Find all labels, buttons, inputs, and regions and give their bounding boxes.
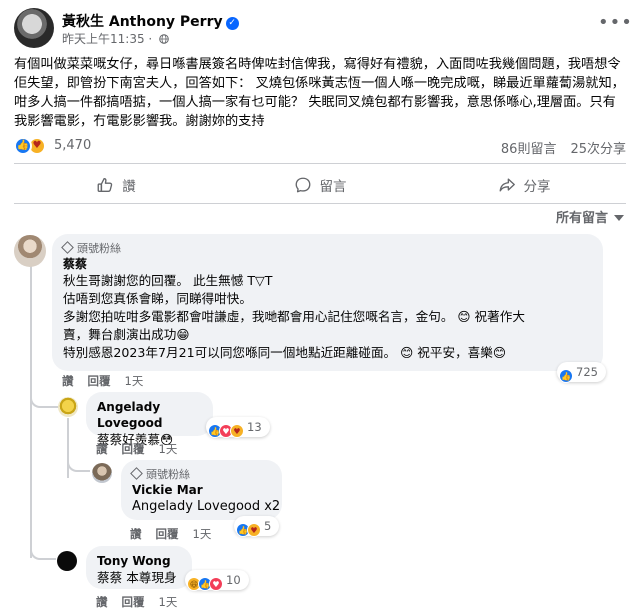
author-avatar[interactable] bbox=[14, 8, 54, 48]
comment-text-line: 估唔到您真係會睇，同睇得咁快。 bbox=[63, 291, 252, 306]
verified-badge-icon: ✓ bbox=[225, 17, 239, 30]
diamond-icon bbox=[61, 241, 74, 254]
comment-reaction-badge[interactable]: 👍 725 bbox=[557, 362, 606, 383]
comment-text-line: 特別感恩2023年7月21可以同您喺同一個地點近距離碰面。 😊 祝平安，喜樂😊 bbox=[63, 345, 506, 360]
comment-like-link[interactable]: 讚 bbox=[96, 442, 108, 456]
commenter-avatar[interactable] bbox=[14, 235, 46, 267]
post-stats: 86則留言 25次分享 bbox=[501, 138, 626, 157]
comment-reaction-badge[interactable]: 👍 ♥ 5 bbox=[234, 516, 280, 537]
reaction-count[interactable]: 5,470 bbox=[54, 138, 91, 153]
comment-text: 蔡蔡 本尊現身 bbox=[97, 570, 177, 585]
divider bbox=[14, 203, 626, 204]
comment-time[interactable]: 1天 bbox=[193, 527, 212, 541]
comment-time[interactable]: 1天 bbox=[159, 442, 178, 456]
comment-text-line: 多謝您拍咗咁多電影都會咁謙虛，我哋都會用心記住您嘅名言，金句。 😊 祝著作大 bbox=[63, 309, 525, 324]
top-fan-badge: 頭號粉絲 bbox=[61, 241, 592, 256]
like-reaction-icon: 👍 bbox=[559, 369, 573, 383]
commenter-name[interactable]: Vickie Mar bbox=[132, 482, 271, 498]
post-action-bar: 讚 留言 分享 bbox=[14, 167, 626, 203]
shares-count[interactable]: 25次分享 bbox=[570, 142, 626, 157]
divider bbox=[14, 163, 626, 164]
comment-bubble: 頭號粉絲 Vickie Mar Angelady Lovegood x2 bbox=[121, 460, 282, 520]
comment-time[interactable]: 1天 bbox=[125, 374, 144, 388]
thread-line bbox=[67, 418, 69, 478]
like-button[interactable]: 讚 bbox=[14, 167, 218, 203]
comment-text: Angelady Lovegood x2 bbox=[132, 499, 281, 514]
comment-bubble: Angelady Lovegood 蔡蔡好羨慕😳 bbox=[86, 392, 213, 447]
author-name[interactable]: 黃秋生 Anthony Perry ✓ bbox=[62, 11, 239, 31]
comment-time[interactable]: 1天 bbox=[159, 595, 178, 609]
comment-sort-dropdown[interactable]: 所有留言 bbox=[556, 207, 624, 226]
commenter-name[interactable]: Tony Wong bbox=[97, 553, 181, 569]
commenter-name[interactable]: 蔡蔡 bbox=[63, 256, 592, 272]
thread-connector bbox=[30, 394, 60, 408]
comment-icon bbox=[295, 177, 310, 193]
share-button[interactable]: 分享 bbox=[422, 167, 626, 203]
comment-reply-link[interactable]: 回覆 bbox=[156, 527, 179, 541]
comment-reaction-badge[interactable]: 👍 ♥ ♥ 13 bbox=[206, 417, 270, 438]
comment-text-line: 賣，舞台劇演出成功😁 bbox=[63, 327, 190, 342]
comments-count[interactable]: 86則留言 bbox=[501, 142, 557, 157]
globe-icon bbox=[159, 34, 169, 44]
thread-line bbox=[30, 263, 32, 558]
comment-like-link[interactable]: 讚 bbox=[96, 595, 108, 609]
love-reaction-icon: ♥ bbox=[209, 577, 223, 591]
like-reaction-icon: 👍 bbox=[14, 137, 32, 155]
share-icon bbox=[499, 178, 515, 192]
comment-text-line: 秋生哥謝謝您的回覆。 此生無憾 T▽T bbox=[63, 273, 273, 288]
post-reactions-summary: 👍 ♥ 5,470 86則留言 25次分享 bbox=[14, 136, 626, 158]
caret-down-icon bbox=[614, 215, 624, 221]
thumbs-up-icon bbox=[97, 178, 113, 192]
commenter-avatar[interactable] bbox=[92, 463, 112, 483]
post-header: 黃秋生 Anthony Perry ✓ 昨天上午11:35 · ••• bbox=[14, 8, 632, 48]
comment-actions: 讚回覆 1天 bbox=[96, 441, 177, 457]
comment-reply-link[interactable]: 回覆 bbox=[122, 595, 145, 609]
comment-bubble: 頭號粉絲 蔡蔡 秋生哥謝謝您的回覆。 此生無憾 T▽T 估唔到您真係會睇，同睇得… bbox=[52, 234, 603, 371]
comment-actions: 讚回覆 1天 bbox=[130, 526, 211, 542]
post-body-text: 有個叫做菜菜嘅女仔，尋日喺書展簽名時俾咗封信俾我，寫得好有禮貌，入面問咗我幾個問… bbox=[14, 57, 625, 129]
post-timestamp[interactable]: 昨天上午11:35 bbox=[62, 32, 145, 46]
commenter-avatar[interactable] bbox=[58, 397, 78, 417]
comment-like-link[interactable]: 讚 bbox=[62, 374, 74, 388]
comment-reaction-badge[interactable]: 😆 👍 ♥ 10 bbox=[185, 570, 249, 591]
top-fan-badge: 頭號粉絲 bbox=[130, 467, 271, 482]
thread-connector bbox=[30, 546, 56, 560]
comment-actions: 讚回覆 1天 bbox=[96, 594, 177, 610]
thread-connector bbox=[67, 458, 90, 472]
diamond-icon bbox=[130, 467, 143, 480]
comment-like-link[interactable]: 讚 bbox=[130, 527, 142, 541]
care-reaction-icon: ♥ bbox=[230, 424, 244, 438]
commenter-name[interactable]: Angelady Lovegood bbox=[97, 399, 202, 431]
commenter-avatar[interactable] bbox=[57, 551, 77, 571]
comment-actions: 讚回覆 1天 bbox=[62, 373, 143, 389]
comment-button[interactable]: 留言 bbox=[218, 167, 422, 203]
comment-reply-link[interactable]: 回覆 bbox=[122, 442, 145, 456]
post-meta: 昨天上午11:35 · bbox=[62, 30, 169, 47]
more-options-icon[interactable]: ••• bbox=[598, 14, 632, 42]
comment-reply-link[interactable]: 回覆 bbox=[88, 374, 111, 388]
comment-bubble: Tony Wong 蔡蔡 本尊現身 bbox=[86, 546, 192, 589]
care-reaction-icon: ♥ bbox=[247, 523, 261, 537]
